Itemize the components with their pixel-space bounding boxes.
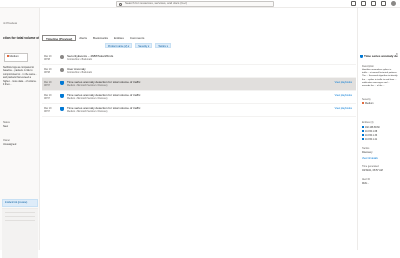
timeline-list: Mar 19 08:58 SecurityEvents – 4688/Solar… (42, 52, 356, 117)
breadcrumb: nt Preview (3, 21, 18, 25)
entities-label: Entities (4) (362, 121, 374, 124)
lower-section (2, 208, 38, 258)
severity-badge[interactable]: Medium (4, 53, 28, 62)
timeline-date: Mar 19 08:57 (44, 94, 52, 100)
tab-bookmarks[interactable]: Bookmarks (90, 35, 111, 41)
timeline-date: Mar 19 08:58 (44, 68, 52, 74)
severity-value: Medium (362, 102, 374, 105)
incident-link-label: Incident link (preview) (5, 201, 28, 204)
time-generated-value: 03/19/21, 08:57 AM (362, 169, 383, 172)
timeline-title: Time series anomaly detection for total … (67, 106, 141, 110)
timeline-row[interactable]: Mar 19 08:57 Time series anomaly detecti… (42, 91, 356, 104)
ip-text: 192.168.68.60 (365, 127, 380, 129)
help-icon[interactable] (381, 1, 386, 6)
timeline-date: Mar 19 08:57 (44, 81, 52, 87)
severity-value: Medium (9, 54, 19, 58)
timeline-date: Mar 19 08:58 (44, 55, 52, 61)
incident-title: ction for total volume of e... (3, 36, 39, 40)
timeline-row[interactable]: Mar 19 08:58 SecurityEvents – 4688/Solar… (42, 52, 356, 65)
incident-description: NetFlow logs as compared to baseline... … (3, 66, 38, 87)
description-label: Description (362, 65, 374, 68)
alert-details-pane: Time series anomaly de ✕ Description Ide… (358, 8, 400, 250)
shield-icon (60, 94, 64, 98)
alert-id-label: Alert ID (362, 178, 370, 181)
ip-icon (362, 130, 364, 132)
cloud-shell-icon[interactable] (351, 1, 356, 6)
notifications-icon[interactable] (361, 1, 366, 6)
view-playbooks-link[interactable]: View playbooks (335, 81, 352, 84)
severity-label: Severity (362, 98, 371, 101)
alert-title-text: Time series anomaly de (364, 54, 398, 58)
view-playbooks-link[interactable]: View playbooks (335, 94, 352, 97)
owner-value[interactable]: Unassigned (3, 143, 16, 146)
incident-link-box[interactable]: Incident link (preview) (2, 199, 38, 207)
alert-description: Identifies anomalous spikes in traffic..… (362, 69, 398, 88)
search-icon (119, 3, 122, 6)
tactics-value: Discovery (362, 151, 373, 154)
view-playbooks-link[interactable]: View playbooks (335, 107, 352, 110)
severity-filter[interactable]: Severity ▾ (135, 43, 153, 48)
settings-icon[interactable] (371, 1, 376, 6)
timeline-title: SecurityEvents – 4688/SolarWinds (67, 54, 114, 58)
timeline-title: User Anomaly (67, 67, 86, 71)
divider (5, 216, 35, 217)
status-label: Status (3, 121, 10, 124)
severity-dot-icon (6, 54, 9, 57)
ip-icon (362, 134, 364, 136)
top-bar: Search for resources, services, and docs… (0, 0, 400, 8)
tab-timeline[interactable]: Timeline (Preview) (42, 35, 77, 41)
ip-text: 10.150.1.21 (365, 139, 378, 141)
status-value[interactable]: New (3, 125, 8, 128)
timeline-row-selected[interactable]: Mar 19 08:57 Time series anomaly detecti… (42, 78, 356, 91)
timeline-subtitle: Medium • Microsoft Sentinel • Discovery (67, 97, 108, 100)
user-icon (60, 68, 64, 72)
timeline-filters: Product name (2) ▾ Severity ▾ Tactics ▾ (105, 43, 171, 48)
timeline-date: Mar 19 08:57 (44, 107, 52, 113)
shield-icon (60, 107, 64, 111)
timeline-row[interactable]: Mar 19 08:58 User Anomaly ContosoSoc • B… (42, 65, 356, 78)
timeline-subtitle: Medium • Microsoft Sentinel • Discovery (67, 110, 108, 113)
owner-label: Owner (3, 139, 11, 142)
close-icon[interactable]: ✕ (395, 52, 398, 56)
severity-dot-icon (362, 102, 364, 104)
ip-icon (362, 138, 364, 140)
severity-text: Medium (365, 102, 374, 105)
shield-icon (60, 81, 64, 85)
ip-entity[interactable]: 10.150.1.33 (362, 134, 377, 137)
incident-tabs: Timeline (Preview) Alerts Bookmarks Enti… (42, 35, 147, 41)
timeline-title: Time series anomaly detection for total … (67, 80, 141, 84)
tab-alerts[interactable]: Alerts (76, 35, 90, 41)
timeline-subtitle: ContosoSoc • Bookmark (67, 71, 92, 74)
timeline-subtitle: Medium • Microsoft Sentinel • Discovery (67, 84, 108, 87)
ip-entity[interactable]: 10.150.1.68 (362, 130, 377, 133)
tab-entities[interactable]: Entities (111, 35, 127, 41)
tactics-label: Tactics (362, 147, 370, 150)
top-icons (351, 1, 396, 6)
incident-summary-panel: nt Preview ction for total volume of e..… (0, 8, 40, 258)
ip-entity[interactable]: 10.150.1.21 (362, 138, 377, 141)
product-name-filter[interactable]: Product name (2) ▾ (105, 43, 133, 48)
search-placeholder: Search for resources, services, and docs… (125, 1, 188, 5)
tab-comments[interactable]: Comments (127, 35, 148, 41)
ip-text: 10.150.1.33 (365, 135, 378, 137)
search-input[interactable]: Search for resources, services, and docs… (116, 1, 274, 7)
divider (5, 220, 35, 221)
shield-icon (360, 54, 363, 58)
timeline-title: Time series anomaly detection for total … (67, 93, 141, 97)
alert-title: Time series anomaly de (360, 54, 398, 58)
view-full-details-link[interactable]: View full details (362, 158, 378, 160)
tactics-filter[interactable]: Tactics ▾ (155, 43, 171, 48)
user-icon (60, 55, 64, 59)
ip-icon (362, 126, 364, 128)
timeline-row[interactable]: Mar 19 08:57 Time series anomaly detecti… (42, 104, 356, 117)
timeline-subtitle: ContosoSoc • Bookmark (67, 58, 92, 61)
alert-id-value: 9b3c... (362, 182, 370, 185)
ip-text: 10.150.1.68 (365, 131, 378, 133)
ip-entity[interactable]: 192.168.68.60 (362, 126, 380, 129)
divider (5, 212, 35, 213)
time-generated-label: Time generated (362, 165, 379, 168)
avatar[interactable] (391, 1, 396, 6)
